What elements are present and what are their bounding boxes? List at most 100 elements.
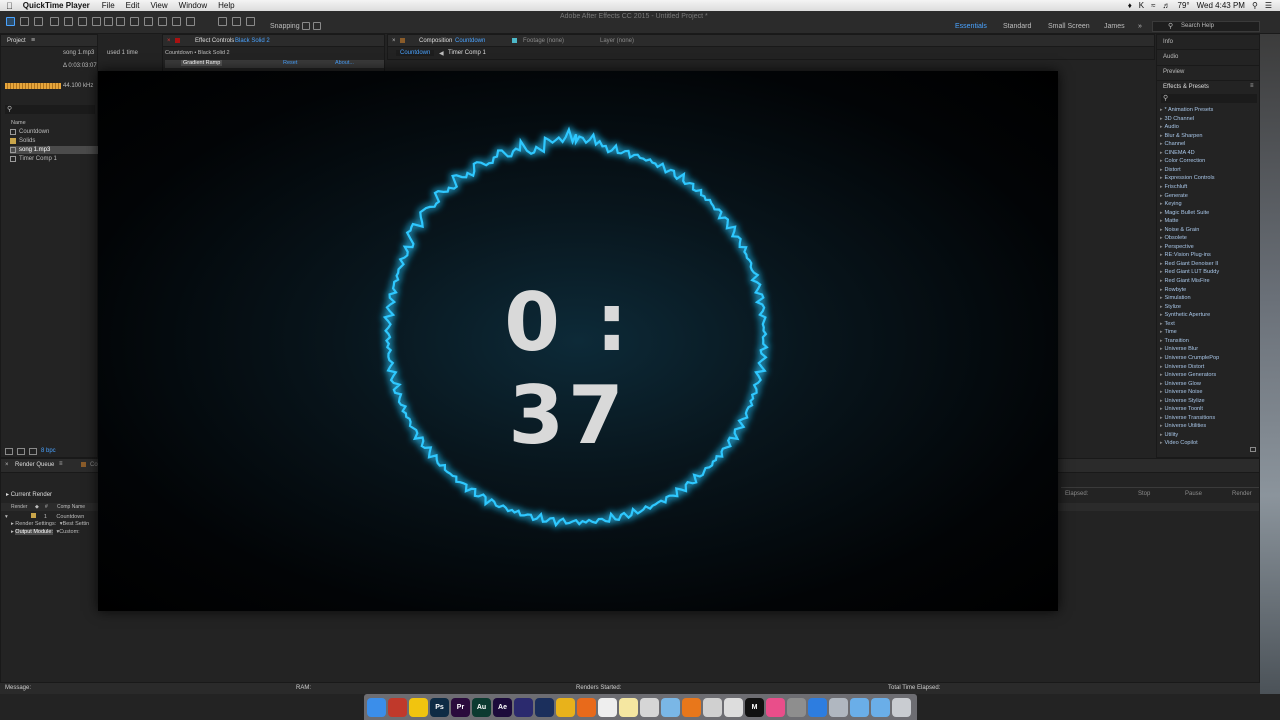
- menu-edit[interactable]: Edit: [126, 1, 140, 10]
- rotate-tool-icon[interactable]: [50, 17, 59, 26]
- xcode-icon[interactable]: [388, 697, 407, 717]
- info-panel[interactable]: Info: [1163, 39, 1173, 45]
- camera-tool-icon[interactable]: [64, 17, 73, 26]
- notification-center-icon[interactable]: ☰: [1265, 1, 1272, 10]
- tab-timeline[interactable]: Co: [90, 462, 98, 468]
- type-tool-icon[interactable]: [116, 17, 125, 26]
- menu-window[interactable]: Window: [179, 1, 207, 10]
- audio-panel[interactable]: Audio: [1163, 54, 1178, 60]
- output-module-label[interactable]: Output Module:: [15, 529, 53, 535]
- project-item[interactable]: Countdown: [10, 128, 98, 136]
- effect-reset-button[interactable]: Reset: [283, 60, 297, 66]
- effects-category[interactable]: Universe Transitions: [1160, 414, 1216, 423]
- workspace-essentials[interactable]: Essentials: [955, 23, 987, 30]
- effects-category[interactable]: Magic Bullet Suite: [1160, 209, 1210, 218]
- menu-app-name[interactable]: QuickTime Player: [23, 1, 90, 10]
- effects-category[interactable]: Transition: [1160, 337, 1189, 346]
- zoom-tool-icon[interactable]: [34, 17, 43, 26]
- itunes-icon[interactable]: [766, 697, 785, 717]
- tab-effect-controls[interactable]: Effect Controls: [195, 38, 234, 44]
- project-item[interactable]: song 1.mp3: [10, 146, 98, 154]
- preview-panel[interactable]: Preview: [1163, 69, 1184, 75]
- menu-view[interactable]: View: [150, 1, 167, 10]
- pen-tool-icon[interactable]: [104, 17, 113, 26]
- duck-icon[interactable]: [409, 697, 428, 717]
- chrome-icon[interactable]: [556, 697, 575, 717]
- eraser-tool-icon[interactable]: [158, 17, 167, 26]
- apple-menu-icon[interactable]: : [6, 1, 13, 11]
- system-prefs-icon[interactable]: [787, 697, 806, 717]
- comp-name[interactable]: Countdown: [455, 38, 485, 44]
- dropbox-icon[interactable]: ♦: [1128, 1, 1132, 10]
- bluetooth-icon[interactable]: K: [1139, 1, 1144, 10]
- m-app-icon[interactable]: M: [745, 697, 764, 717]
- roto-tool-icon[interactable]: [172, 17, 181, 26]
- effects-category[interactable]: Obsolete: [1160, 234, 1187, 243]
- world-axis-icon[interactable]: [232, 17, 241, 26]
- cinema4d-icon[interactable]: [535, 697, 554, 717]
- wifi-icon[interactable]: ≈: [1151, 1, 1155, 10]
- tab-footage[interactable]: Footage (none): [523, 38, 564, 44]
- stop-button[interactable]: Stop: [1138, 491, 1150, 497]
- rq-item-row[interactable]: ▾ 1 Countdown: [5, 513, 84, 520]
- finder-icon[interactable]: [367, 697, 386, 717]
- pan-behind-tool-icon[interactable]: [78, 17, 87, 26]
- effect-about-button[interactable]: About...: [335, 60, 354, 66]
- effects-category[interactable]: Matte: [1160, 217, 1179, 226]
- comp-nav-countdown[interactable]: Countdown: [396, 50, 435, 56]
- effects-category[interactable]: Stylize: [1160, 303, 1181, 312]
- view-axis-icon[interactable]: [246, 17, 255, 26]
- effects-menu-icon[interactable]: ≡: [1250, 83, 1254, 89]
- effects-category[interactable]: Red Giant MisFire: [1160, 277, 1210, 286]
- new-preset-icon[interactable]: [1250, 447, 1256, 452]
- effects-category[interactable]: Universe Toonlt: [1160, 405, 1203, 414]
- effects-category[interactable]: Noise & Grain: [1160, 226, 1200, 235]
- notes-icon[interactable]: [619, 697, 638, 717]
- effects-category[interactable]: Channel: [1160, 140, 1186, 149]
- effects-category[interactable]: Rowbyte: [1160, 286, 1187, 295]
- aftereffects-icon[interactable]: Ae: [493, 697, 512, 717]
- output-module-value[interactable]: Custom:: [59, 529, 79, 535]
- effects-category[interactable]: Keying: [1160, 200, 1182, 209]
- prism-icon[interactable]: [514, 697, 533, 717]
- project-item[interactable]: Solids: [10, 137, 98, 145]
- effects-category[interactable]: Frischluft: [1160, 183, 1188, 192]
- tab-composition[interactable]: Composition: [419, 38, 452, 44]
- battery-text[interactable]: 79°: [1178, 1, 1190, 10]
- rq-close-icon[interactable]: ×: [5, 462, 9, 468]
- workspace-standard[interactable]: Standard: [1003, 23, 1031, 30]
- clock[interactable]: Wed 4:43 PM: [1197, 1, 1245, 10]
- trash-icon[interactable]: [892, 697, 911, 717]
- brush-tool-icon[interactable]: [130, 17, 139, 26]
- effect-row[interactable]: Gradient Ramp Reset About...: [165, 60, 384, 68]
- render-button[interactable]: Render: [1232, 491, 1252, 497]
- workspace-james[interactable]: James: [1104, 23, 1125, 30]
- selection-tool-icon[interactable]: [6, 17, 15, 26]
- effects-search-input[interactable]: [1161, 94, 1257, 103]
- effects-category[interactable]: Video Copilot: [1160, 439, 1198, 448]
- safari-icon[interactable]: [808, 697, 827, 717]
- effects-category[interactable]: CINEMA 4D: [1160, 149, 1195, 158]
- clone-tool-icon[interactable]: [144, 17, 153, 26]
- mask-tool-icon[interactable]: [92, 17, 101, 26]
- effects-category[interactable]: Simulation: [1160, 294, 1191, 303]
- render-settings-value[interactable]: Best Settin: [63, 521, 90, 527]
- local-axis-icon[interactable]: [218, 17, 227, 26]
- effects-category[interactable]: Time: [1160, 328, 1177, 337]
- close-tab-icon[interactable]: ×: [167, 38, 171, 44]
- effects-category[interactable]: Universe Distort: [1160, 363, 1205, 372]
- new-comp-icon[interactable]: [29, 448, 37, 455]
- effects-category[interactable]: Audio: [1160, 123, 1179, 132]
- effects-category[interactable]: 3D Channel: [1160, 115, 1195, 124]
- tab-render-queue[interactable]: Render Queue: [15, 462, 54, 468]
- comp-close-icon[interactable]: ×: [392, 38, 396, 44]
- effect-controls-layer[interactable]: Black Solid 2: [235, 38, 270, 44]
- effects-category[interactable]: Distort: [1160, 166, 1181, 175]
- effects-category[interactable]: Red Giant Denoiser II: [1160, 260, 1219, 269]
- rq-menu-icon[interactable]: ≡: [59, 461, 63, 467]
- effects-category[interactable]: Blur & Sharpen: [1160, 132, 1203, 141]
- project-search-input[interactable]: [5, 105, 95, 114]
- effects-category[interactable]: Universe Blur: [1160, 345, 1199, 354]
- render-settings-row[interactable]: ▸ Render Settings: ▾Best Settin: [11, 521, 89, 527]
- premiere-icon[interactable]: Pr: [451, 697, 470, 717]
